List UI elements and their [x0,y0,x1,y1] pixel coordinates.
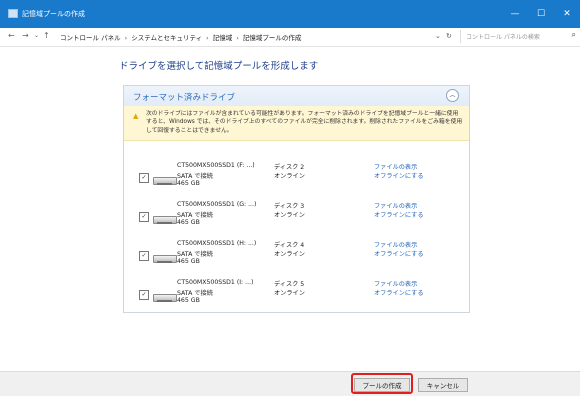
dialog-footer: プールの作成 キャンセル [0,371,580,396]
address-bar: ← → ⌄ ↑ コントロール パネル › システムとセキュリティ › 記憶域 › 記憶域プー… [0,28,580,47]
drive-connection: SATA で接続 [177,290,213,297]
disk-state: オンライン [274,173,305,180]
drive-connection: SATA で接続 [177,251,213,258]
address-dropdown-icon[interactable]: ⌄ [435,32,441,40]
search-placeholder: コントロール パネルの検索 [466,34,540,41]
drive-name: CT500MX500SSD1 (H: ...) [177,240,257,247]
disk-number: ディスク 2 [274,164,305,171]
up-arrow-icon[interactable]: ↑ [43,31,50,40]
take-offline-link[interactable]: オフラインにする [374,171,424,180]
drive-icon [153,255,177,263]
cancel-button[interactable]: キャンセル [418,378,468,392]
minimize-button[interactable]: — [502,0,528,28]
search-icon[interactable]: ⌕ [572,30,576,40]
disk-number: ディスク 4 [274,242,305,249]
refresh-icon[interactable]: ↻ [446,32,452,40]
title-bar: 記憶域プールの作成 — ☐ ✕ [0,0,580,28]
drive-icon [153,216,177,224]
drive-checkbox[interactable]: ✓ [139,251,149,261]
drive-row: ✓ CT500MX500SSD1 (I: ...) SATA で接続 465 G… [124,277,469,315]
breadcrumb-storage-spaces[interactable]: 記憶域 [213,34,233,42]
warning-banner: ▲ 次のドライブにはファイルが含まれている可能性があります。フォーマット済みのド… [124,106,469,141]
drive-row: ✓ CT500MX500SSD1 (F: ...) SATA で接続 465 G… [124,160,469,198]
breadcrumb: コントロール パネル › システムとセキュリティ › 記憶域 › 記憶域プールの作成 [60,32,301,42]
drive-checkbox[interactable]: ✓ [139,290,149,300]
take-offline-link[interactable]: オフラインにする [374,249,424,258]
forward-arrow-icon[interactable]: → [22,31,29,40]
warning-text: 次のドライブにはファイルが含まれている可能性があります。フォーマット済みのドライ… [146,111,463,134]
drive-row: ✓ CT500MX500SSD1 (G: ...) SATA で接続 465 G… [124,199,469,237]
disk-state: オンライン [274,212,305,219]
formatted-drives-panel: フォーマット済みドライブ ︿ ▲ 次のドライブにはファイルが含まれている可能性が… [123,85,470,313]
drive-size: 465 GB [177,258,200,265]
drive-size: 465 GB [177,297,200,304]
recent-locations-icon[interactable]: ⌄ [34,32,39,39]
take-offline-link[interactable]: オフラインにする [374,210,424,219]
drive-icon [153,294,177,302]
breadcrumb-separator-icon: › [206,34,209,42]
breadcrumb-create-pool[interactable]: 記憶域プールの作成 [243,34,302,42]
panel-title: フォーマット済みドライブ [133,93,236,103]
breadcrumb-system-security[interactable]: システムとセキュリティ [131,34,202,42]
drive-name: CT500MX500SSD1 (I: ...) [177,279,254,286]
breadcrumb-separator-icon: › [236,34,239,42]
breadcrumb-control-panel[interactable]: コントロール パネル [60,34,121,42]
disk-state: オンライン [274,290,305,297]
search-input[interactable]: コントロール パネルの検索 ⌕ [460,30,579,43]
view-files-link[interactable]: ファイルの表示 [374,162,417,171]
back-arrow-icon[interactable]: ← [8,31,15,40]
drive-row: ✓ CT500MX500SSD1 (H: ...) SATA で接続 465 G… [124,238,469,276]
window-title: 記憶域プールの作成 [22,10,85,18]
disk-number: ディスク 3 [274,203,305,210]
disk-state: オンライン [274,251,305,258]
drive-checkbox[interactable]: ✓ [139,212,149,222]
drive-name: CT500MX500SSD1 (F: ...) [177,162,255,169]
disk-number: ディスク 5 [274,281,305,288]
view-files-link[interactable]: ファイルの表示 [374,201,417,210]
drive-size: 465 GB [177,219,200,226]
drive-connection: SATA で接続 [177,173,213,180]
warning-icon: ▲ [133,112,139,120]
view-files-link[interactable]: ファイルの表示 [374,240,417,249]
drive-size: 465 GB [177,180,200,187]
drive-icon [153,177,177,185]
page-heading: ドライブを選択して記憶域プールを形成します [119,61,319,72]
drive-checkbox[interactable]: ✓ [139,173,149,183]
storage-pool-icon [8,9,18,18]
view-files-link[interactable]: ファイルの表示 [374,279,417,288]
take-offline-link[interactable]: オフラインにする [374,288,424,297]
highlight-annotation [351,373,413,394]
breadcrumb-separator-icon: › [124,34,128,42]
drive-connection: SATA で接続 [177,212,213,219]
collapse-icon[interactable]: ︿ [446,89,459,102]
maximize-button[interactable]: ☐ [528,0,554,28]
panel-header[interactable]: フォーマット済みドライブ ︿ [124,86,469,107]
close-button[interactable]: ✕ [554,0,580,28]
drive-name: CT500MX500SSD1 (G: ...) [177,201,257,208]
